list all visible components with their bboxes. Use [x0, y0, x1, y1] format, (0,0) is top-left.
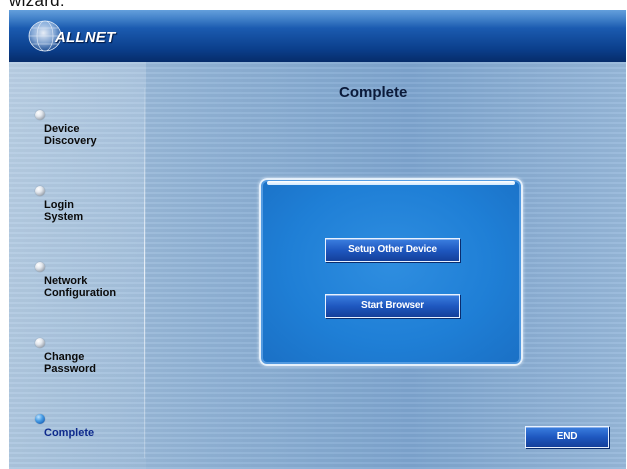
- step-label: Network Configuration: [44, 275, 117, 299]
- header-bar: ALLNET: [9, 10, 626, 62]
- step-label: Change Password: [44, 351, 96, 375]
- logo-text: ALLNET: [55, 29, 116, 46]
- page-title: Complete: [339, 84, 408, 101]
- step-bullet-active-icon: [35, 414, 45, 424]
- start-browser-button[interactable]: Start Browser: [325, 294, 460, 318]
- sidebar-divider: [144, 88, 145, 458]
- step-label: Login System: [44, 199, 84, 223]
- setup-other-device-button[interactable]: Setup Other Device: [325, 238, 460, 262]
- panel-top-highlight: [267, 181, 515, 185]
- sidebar: Device Discovery Login System Network Co…: [9, 62, 146, 469]
- content-area: Device Discovery Login System Network Co…: [9, 62, 626, 469]
- step-bullet-icon: [35, 110, 45, 120]
- step-bullet-icon: [35, 262, 45, 272]
- wizard-window: ALLNET Device Discovery Login System Net…: [9, 10, 626, 469]
- end-button[interactable]: END: [525, 426, 609, 448]
- step-label: Device Discovery: [44, 123, 97, 147]
- action-panel: Setup Other Device Start Browser: [259, 178, 523, 366]
- step-bullet-icon: [35, 186, 45, 196]
- allnet-logo: ALLNET: [25, 17, 145, 55]
- page: wizard: ALLNET Device Discovery Login Sy…: [0, 0, 627, 469]
- step-bullet-icon: [35, 338, 45, 348]
- step-label-active: Complete: [44, 427, 95, 439]
